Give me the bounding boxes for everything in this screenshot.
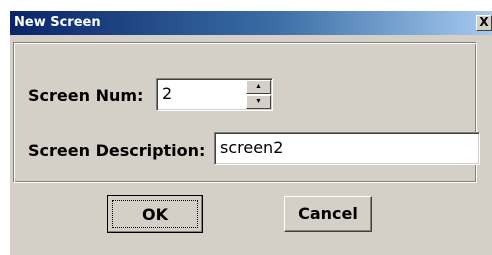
screen-num-label: Screen Num: <box>28 86 144 105</box>
close-icon: X <box>479 15 489 29</box>
title-bar[interactable]: New Screen X <box>10 11 492 35</box>
screen-num-value: 2 <box>162 84 173 103</box>
spinner-up-button[interactable]: ▲ <box>246 80 271 94</box>
screen-description-input[interactable]: screen2 <box>214 132 480 165</box>
ok-focus-rect: OK <box>112 200 198 228</box>
spinner-down-button[interactable]: ▼ <box>246 95 271 109</box>
arrow-down-icon: ▼ <box>255 98 262 105</box>
window-title: New Screen <box>14 15 101 30</box>
close-button[interactable]: X <box>476 15 492 31</box>
screen-description-label: Screen Description: <box>28 141 206 160</box>
cancel-button[interactable]: Cancel <box>284 196 372 232</box>
ok-button[interactable]: OK <box>107 195 203 233</box>
ok-button-label: OK <box>142 205 168 224</box>
screen-description-value: screen2 <box>220 138 284 157</box>
cancel-button-label: Cancel <box>298 204 358 223</box>
arrow-up-icon: ▲ <box>255 83 262 90</box>
screen-num-spinner: ▲ ▼ <box>246 80 271 109</box>
